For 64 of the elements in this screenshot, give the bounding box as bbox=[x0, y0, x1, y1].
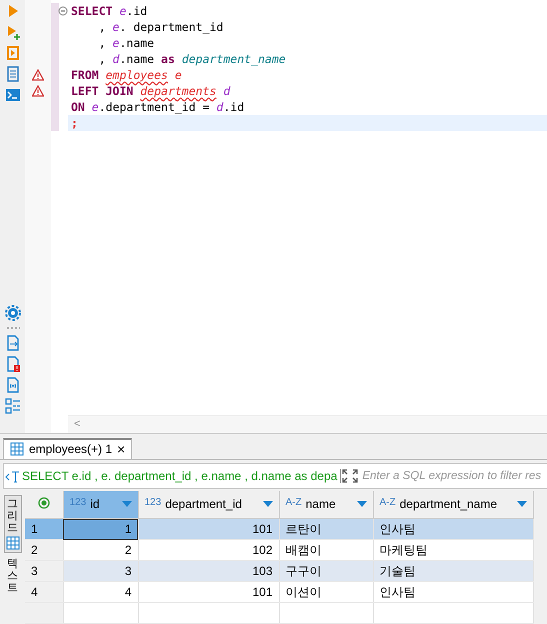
outline-icon[interactable] bbox=[4, 398, 20, 414]
code-line: ON e.department_id = d.id bbox=[70, 99, 246, 115]
dropdown-icon[interactable] bbox=[356, 501, 366, 508]
table-cell: 배캠이 bbox=[279, 540, 373, 560]
code-line: SELECT e.id bbox=[70, 3, 148, 19]
type-icon: 123 bbox=[144, 497, 162, 512]
type-icon: 123 bbox=[70, 497, 86, 512]
table-cell: 4 bbox=[63, 582, 138, 602]
dropdown-icon[interactable] bbox=[516, 501, 526, 508]
query-text: SELECT e.id , e. department_id , e.name , d.name as depa bbox=[20, 468, 342, 482]
table-cell: 101 bbox=[138, 518, 279, 540]
grid-icon bbox=[6, 536, 20, 550]
expand-icon[interactable] bbox=[341, 468, 360, 484]
row-number[interactable]: 3 bbox=[25, 560, 63, 582]
dropdown-icon[interactable] bbox=[262, 501, 272, 508]
view-tab[interactable]: 그리드 bbox=[4, 494, 22, 553]
export-icon[interactable] bbox=[4, 334, 20, 350]
column-name: id bbox=[90, 497, 100, 512]
document-error-icon[interactable] bbox=[4, 356, 20, 372]
settings-icon[interactable] bbox=[4, 304, 20, 320]
view-tab[interactable]: 텍스트 bbox=[4, 554, 22, 598]
table-cell: 기술팀 bbox=[373, 560, 533, 582]
table-cell: 구구이 bbox=[279, 560, 373, 582]
code-line: FROM employees e bbox=[70, 67, 183, 83]
code-line: , d.name as department_name bbox=[98, 51, 287, 67]
column-header[interactable]: A-Z department_name bbox=[373, 490, 533, 518]
code-line: LEFT JOIN departments d bbox=[70, 83, 232, 99]
sql-text-icon bbox=[4, 468, 20, 482]
code-line: , e.name bbox=[98, 35, 156, 51]
table-cell: 이션이 bbox=[279, 582, 373, 602]
row-number[interactable]: 2 bbox=[25, 540, 63, 560]
table-cell: 101 bbox=[138, 582, 279, 602]
terminal-icon[interactable] bbox=[4, 87, 20, 103]
table-icon bbox=[10, 442, 24, 456]
column-header[interactable]: 123 department_id bbox=[138, 490, 279, 518]
dropdown-icon[interactable] bbox=[122, 501, 132, 508]
table-cell: 마케팅팀 bbox=[373, 540, 533, 560]
variable-document-icon[interactable] bbox=[4, 376, 20, 392]
record-icon bbox=[38, 496, 50, 509]
results-tab[interactable]: employees(+) 1 × bbox=[3, 438, 132, 458]
table-cell: 인사팀 bbox=[373, 582, 533, 602]
column-header[interactable]: 123 id bbox=[63, 490, 138, 518]
type-icon: A-Z bbox=[380, 497, 396, 512]
more-icon[interactable] bbox=[4, 326, 20, 330]
table-cell: 1 bbox=[63, 518, 138, 540]
row-number[interactable]: 4 bbox=[25, 582, 63, 602]
table-cell: 103 bbox=[138, 560, 279, 582]
table-cell: 3 bbox=[63, 560, 138, 582]
script-icon[interactable] bbox=[4, 45, 20, 61]
column-name: department_id bbox=[165, 497, 242, 512]
row-number[interactable]: 1 bbox=[25, 518, 63, 540]
close-button[interactable]: × bbox=[117, 442, 126, 456]
table-cell: 르탄이 bbox=[279, 518, 373, 540]
collapse-icon[interactable] bbox=[58, 6, 68, 16]
document-icon[interactable] bbox=[4, 66, 20, 82]
code-line: , e. department_id bbox=[98, 19, 224, 35]
table-cell: 2 bbox=[63, 540, 138, 560]
table-cell: 인사팀 bbox=[373, 518, 533, 540]
column-header[interactable]: A-Z name bbox=[279, 490, 373, 518]
column-name: name bbox=[306, 497, 336, 512]
column-name: department_name bbox=[400, 497, 498, 512]
table-cell: 102 bbox=[138, 540, 279, 560]
tab-label: employees(+) 1 bbox=[29, 442, 112, 456]
type-icon: A-Z bbox=[286, 497, 302, 512]
